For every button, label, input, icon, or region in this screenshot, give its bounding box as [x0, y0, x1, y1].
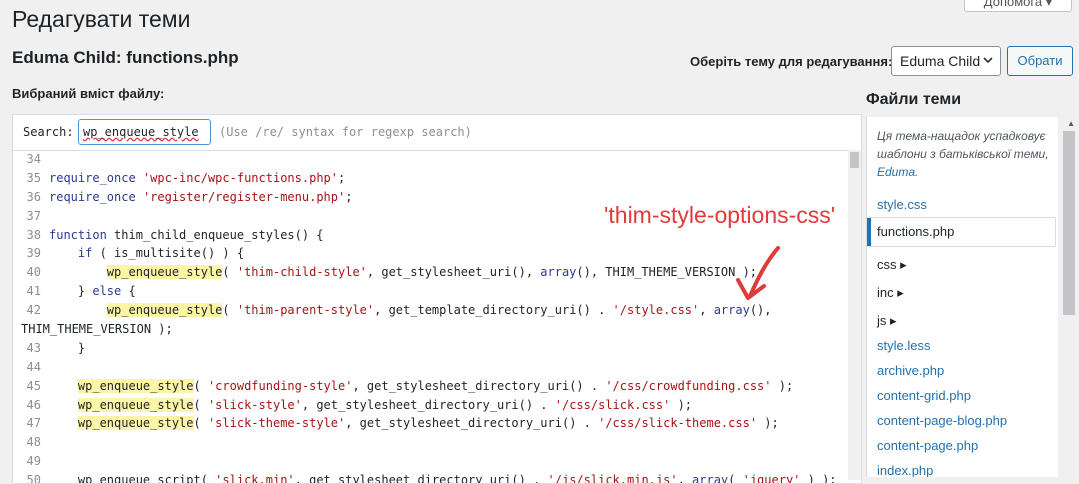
line-number: 41 — [26, 284, 41, 299]
line-number: 46 — [26, 397, 41, 412]
folder-item[interactable]: css ▸ — [877, 257, 907, 273]
file-item[interactable]: style.less — [877, 338, 930, 353]
editor-scroll-thumb[interactable] — [850, 152, 859, 168]
theme-files-panel: Ця тема-нащадок успадковує шаблони з бат… — [866, 117, 1079, 477]
editor-scrollbar[interactable] — [848, 150, 861, 480]
file-item[interactable]: index.php — [877, 463, 933, 477]
search-label: Search: — [23, 125, 74, 139]
code-line[interactable]: 50 wp_enqueue_script( 'slick.min', get_s… — [13, 471, 849, 484]
search-hint: (Use /re/ syntax for regexp search) — [219, 125, 472, 139]
folder-item[interactable]: js ▸ — [877, 313, 897, 329]
code-text: } — [49, 340, 86, 355]
code-line[interactable]: 46 wp_enqueue_style( 'slick-style', get_… — [13, 396, 849, 415]
file-item[interactable]: content-page-blog.php — [877, 413, 1007, 428]
line-number: 50 — [26, 473, 41, 484]
line-number: 45 — [26, 378, 41, 393]
files-scrollbar[interactable]: ▲ — [1058, 117, 1079, 477]
folder-item[interactable]: inc ▸ — [877, 285, 904, 301]
code-line[interactable]: 34 — [13, 150, 849, 169]
file-item[interactable]: content-grid.php — [877, 388, 971, 403]
files-scroll-thumb[interactable] — [1063, 131, 1075, 315]
chevron-down-icon — [982, 47, 994, 85]
code-line[interactable]: 35 require_once 'wpc-inc/wpc-functions.ph… — [13, 169, 849, 188]
help-button[interactable]: Допомога ▾ — [964, 0, 1072, 12]
search-input[interactable]: wp_enqueue_style — [78, 119, 211, 145]
code-text: wp_enqueue_style( 'crowdfunding-style', … — [77, 378, 794, 393]
code-text: wp_enqueue_style( 'slick-theme-style', g… — [77, 416, 779, 431]
code-line[interactable]: 43 } — [13, 339, 849, 358]
code-text: wp_enqueue_script( 'slick.min', get_styl… — [49, 473, 837, 484]
line-number: 39 — [26, 246, 41, 261]
search-bar: Search: wp_enqueue_style (Use /re/ synta… — [13, 115, 861, 151]
code-text: require_once 'register/register-menu.php… — [49, 189, 353, 204]
code-text: wp_enqueue_style( 'thim-child-style', ge… — [106, 265, 758, 280]
line-number: 34 — [26, 152, 41, 166]
file-item[interactable]: style.css — [877, 197, 927, 212]
code-line[interactable]: THIM_THEME_VERSION ); — [13, 320, 849, 339]
line-number: 47 — [26, 416, 41, 431]
theme-select[interactable]: Eduma Child — [891, 46, 1001, 76]
select-theme-button[interactable]: Обрати — [1007, 46, 1073, 76]
theme-files-heading: Файли теми — [866, 91, 962, 108]
line-number: 42 — [26, 303, 41, 318]
line-number: 44 — [26, 359, 41, 374]
code-line[interactable]: 49 — [13, 452, 849, 471]
theme-select-label: Оберіть тему для редагування: — [690, 54, 893, 69]
code-text: function thim_child_enqueue_styles() { — [49, 227, 324, 242]
code-text: require_once 'wpc-inc/wpc-functions.php'… — [49, 170, 346, 185]
line-number: 38 — [26, 227, 41, 242]
file-item[interactable]: content-page.php — [877, 438, 978, 453]
file-title: Eduma Child: functions.php — [12, 48, 239, 67]
line-number: 35 — [26, 170, 41, 185]
page-title: Редагувати теми — [12, 6, 191, 32]
child-theme-note-text: Ця тема-нащадок успадковує шаблони з бат… — [877, 129, 1049, 161]
scroll-up-icon[interactable]: ▲ — [1067, 119, 1075, 128]
code-text: } else { — [49, 284, 136, 299]
annotation-arrow-icon — [736, 246, 780, 300]
code-line[interactable]: 47 wp_enqueue_style( 'slick-theme-style'… — [13, 414, 849, 433]
file-item[interactable]: archive.php — [877, 363, 944, 378]
theme-select-value: Eduma Child — [900, 53, 981, 69]
line-number: 37 — [26, 208, 41, 223]
content-label: Вибраний вміст файлу: — [12, 86, 165, 101]
code-line[interactable]: 44 — [13, 358, 849, 377]
code-text: if ( is_multisite() ) { — [77, 246, 245, 261]
child-theme-note: Ця тема-нащадок успадковує шаблони з бат… — [877, 129, 1049, 179]
code-area[interactable]: 34 35 require_once 'wpc-inc/wpc-functions.… — [13, 150, 849, 484]
annotation-text: 'thim-style-options-css' — [604, 202, 836, 228]
code-line[interactable]: 45 wp_enqueue_style( 'crowdfunding-style… — [13, 377, 849, 396]
file-item[interactable]: functions.php — [877, 224, 954, 239]
line-number: 48 — [26, 435, 41, 450]
line-number: 43 — [26, 340, 41, 355]
line-number: 36 — [26, 189, 41, 204]
line-number: 40 — [26, 265, 41, 280]
code-line[interactable]: 48 — [13, 433, 849, 452]
code-text: wp_enqueue_style( 'slick-style', get_sty… — [77, 397, 693, 412]
code-text: wp_enqueue_style( 'thim-parent-style', g… — [106, 303, 772, 318]
code-text: THIM_THEME_VERSION ); — [21, 322, 173, 337]
parent-theme-link[interactable]: Eduma — [877, 165, 915, 179]
line-number: 49 — [26, 454, 41, 469]
